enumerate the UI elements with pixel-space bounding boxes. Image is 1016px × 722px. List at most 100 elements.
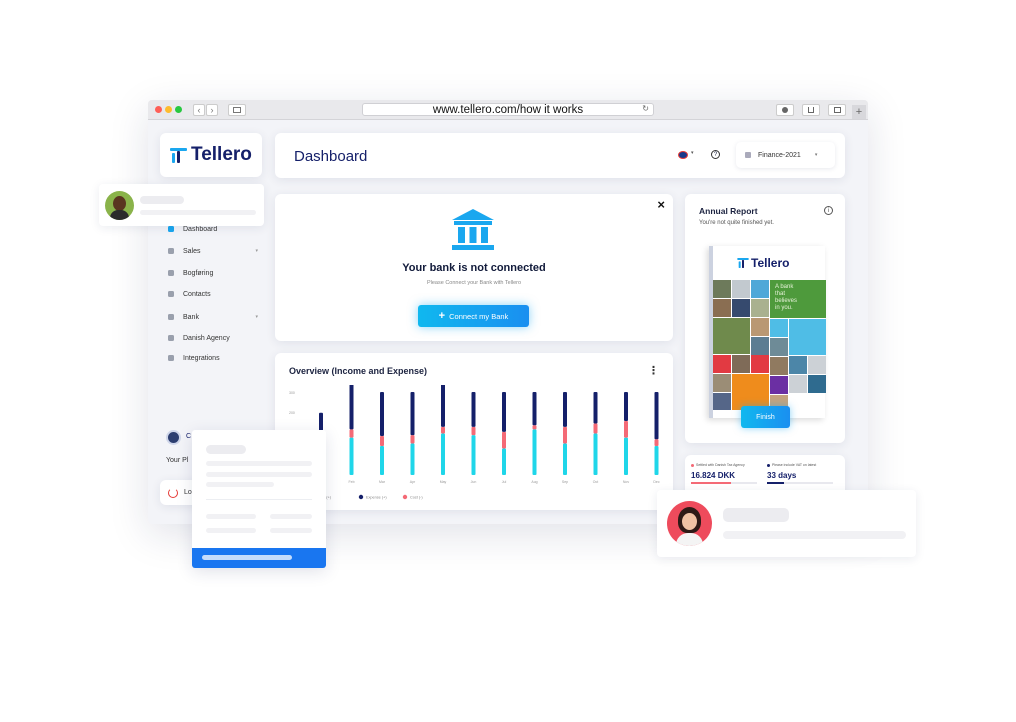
bar-expense-sep <box>563 392 567 427</box>
annual-report-book: Tellero A bank that believes in you. <box>709 246 826 418</box>
back-button[interactable]: ‹ <box>193 104 205 116</box>
sales-icon <box>168 248 174 254</box>
bar-expense-dec <box>654 392 659 440</box>
bar-cost-jul <box>502 431 506 449</box>
minimize-window-button[interactable] <box>165 106 172 113</box>
language-selector[interactable] <box>678 151 688 159</box>
sidebar-item-danish-agency[interactable]: Danish Agency <box>168 331 258 345</box>
book-logo: Tellero <box>737 256 789 270</box>
forward-button[interactable]: › <box>206 104 218 116</box>
overview-card: Overview (Income and Expense) ⋮ 300200Ja… <box>275 353 673 510</box>
bar-cost-apr <box>410 435 415 444</box>
bar-revenue-jun <box>471 435 476 475</box>
submit-button[interactable] <box>192 548 326 568</box>
logo-card[interactable]: Tellero <box>160 133 262 177</box>
maximize-window-button[interactable] <box>175 106 182 113</box>
sidebar-item-integrations[interactable]: Integrations <box>168 351 258 365</box>
bar-expense-mar <box>380 392 384 436</box>
tabs-icon <box>833 107 841 113</box>
chevron-down-icon: ▾ <box>691 150 694 156</box>
address-bar[interactable]: www.tellero.com/how it works ↻ <box>362 103 654 116</box>
more-options-icon[interactable]: ⋮ <box>648 364 659 377</box>
x-tick-label: May <box>440 480 447 484</box>
placeholder-line <box>723 508 789 522</box>
sidebar-user-avatar[interactable] <box>166 430 181 445</box>
integrations-icon <box>168 355 174 361</box>
sidebar-item-label: Integrations <box>183 354 220 362</box>
sidebar-item-bank[interactable]: Bank ▾ <box>168 310 258 324</box>
power-icon <box>168 487 178 498</box>
x-tick-label: Jun <box>471 480 477 484</box>
company-select-value: Finance-2021 <box>758 151 801 159</box>
url-text: www.tellero.com/how it works <box>432 103 584 116</box>
new-tab-button[interactable]: + <box>852 105 866 119</box>
header-bar: Dashboard ▾ ? Finance-2021 ▾ <box>275 133 845 178</box>
close-icon[interactable]: × <box>657 197 665 212</box>
sidebar-icon <box>233 107 241 113</box>
ledger-icon <box>168 270 174 276</box>
x-tick-label: Oct <box>593 480 598 484</box>
bar-cost-feb <box>349 429 354 438</box>
sidebar-item-contacts[interactable]: Contacts <box>168 287 258 301</box>
info-icon[interactable]: i <box>824 206 833 215</box>
bar-expense-nov <box>624 392 628 422</box>
chevron-down-icon: ▾ <box>814 152 818 158</box>
mail-icon <box>168 335 174 341</box>
x-tick-label: Dec <box>653 480 659 484</box>
finish-button[interactable]: Finish <box>741 406 790 428</box>
bar-revenue-sep <box>563 443 567 475</box>
company-select[interactable]: Finance-2021 ▾ <box>736 142 835 168</box>
bar-cost-aug <box>532 425 537 430</box>
avatar <box>667 501 712 546</box>
share-button[interactable] <box>802 104 820 116</box>
y-tick-label: 200 <box>289 411 295 415</box>
chevron-down-icon: ▾ <box>255 248 258 254</box>
sidebar-item-label: Danish Agency <box>183 334 230 342</box>
stat-label: Please include VAT on latest <box>772 463 817 467</box>
book-tagline-line: in you. <box>775 305 793 311</box>
navy-dot-icon <box>767 463 770 467</box>
stat-label: Settled with Danish Tax Agency <box>696 463 745 467</box>
sidebar-item-label: Bogføring <box>183 269 214 277</box>
placeholder-line <box>206 514 256 519</box>
bank-connect-card: × Your bank is not connected Please Conn… <box>275 194 673 341</box>
overview-chart: 300200JanFebMarAprMayJunJulAugSepOctNovD… <box>289 385 660 500</box>
sidebar-item-sales[interactable]: Sales ▾ <box>168 244 258 258</box>
help-icon[interactable]: ? <box>711 150 720 159</box>
download-button[interactable] <box>776 104 794 116</box>
dashboard-icon <box>168 226 174 232</box>
book-tagline-line: A bank <box>775 284 794 290</box>
connect-bank-button[interactable]: + Connect my Bank <box>418 305 529 327</box>
book-logo-text: Tellero <box>751 256 790 270</box>
bank-icon <box>168 314 174 320</box>
floating-form-card <box>192 430 326 568</box>
placeholder-line <box>270 528 312 533</box>
sidebar-toggle-button[interactable] <box>228 104 246 116</box>
x-tick-label: Mar <box>379 480 386 484</box>
bar-revenue-apr <box>410 443 415 475</box>
bar-expense-oct <box>593 392 598 424</box>
sidebar-item-bogf-ring[interactable]: Bogføring <box>168 266 258 280</box>
bar-cost-oct <box>593 423 598 434</box>
bar-revenue-dec <box>654 445 659 475</box>
x-tick-label: Aug <box>531 480 537 484</box>
bar-expense-may <box>441 385 445 427</box>
tabs-button[interactable] <box>828 104 846 116</box>
close-window-button[interactable] <box>155 106 162 113</box>
x-tick-label: Jul <box>502 480 507 484</box>
divider <box>206 499 312 500</box>
contacts-icon <box>168 291 174 297</box>
stat-item-vat: Please include VAT on latest 33 days <box>767 463 839 484</box>
sidebar-user-initial: C <box>186 433 192 440</box>
annual-report-card: Annual Report You're not quite finished … <box>685 194 845 443</box>
avatar <box>105 191 134 220</box>
overview-title: Overview (Income and Expense) <box>289 366 428 376</box>
browser-titlebar: ‹ › www.tellero.com/how it works ↻ + <box>148 100 868 120</box>
bar-revenue-mar <box>380 445 384 475</box>
reload-icon[interactable]: ↻ <box>642 104 649 113</box>
bar-revenue-oct <box>593 433 598 475</box>
placeholder-line <box>140 196 184 204</box>
bar-revenue-may <box>441 433 445 475</box>
legend-marker <box>402 494 408 500</box>
bar-cost-nov <box>624 421 628 438</box>
